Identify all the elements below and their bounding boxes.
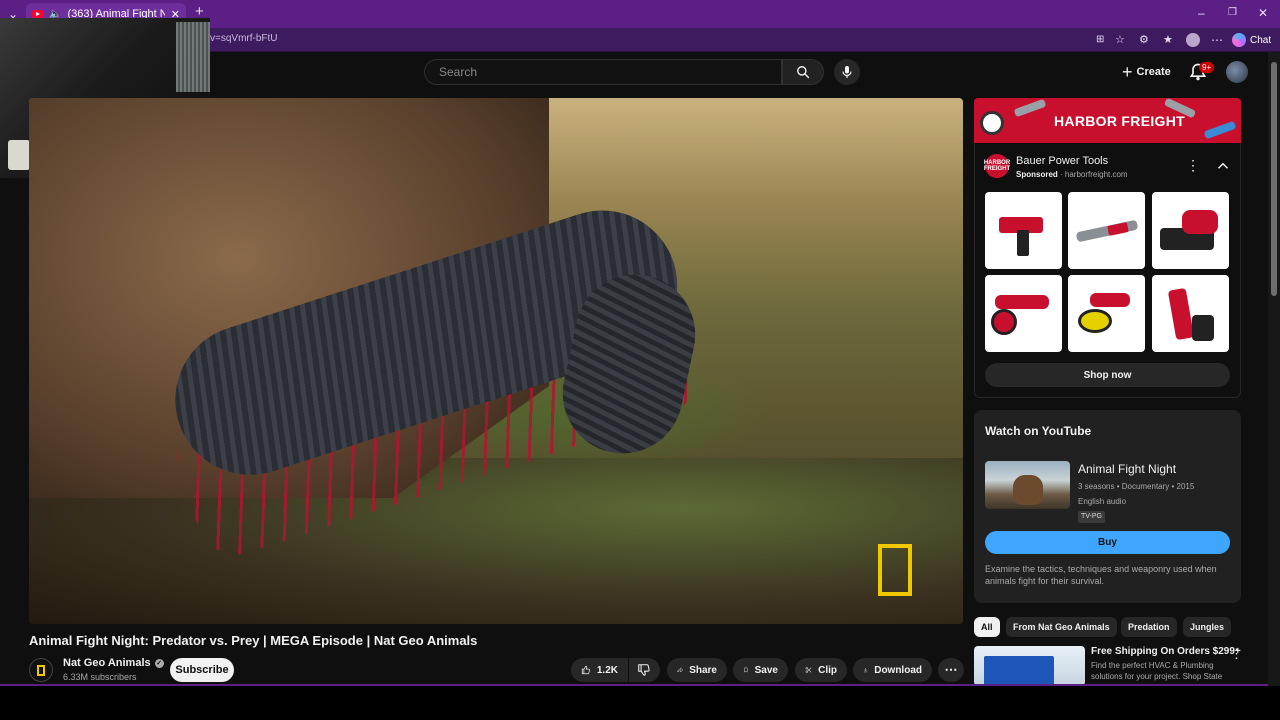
- download-icon: [863, 668, 868, 673]
- chip-jungles[interactable]: Jungles: [1183, 617, 1232, 637]
- extensions-icon[interactable]: ⚙: [1139, 33, 1149, 47]
- more-horizontal-icon: ⋯: [944, 662, 958, 677]
- ad-banner-brand: HARBOR FREIGHT: [1054, 113, 1185, 129]
- wrench-icon: [1013, 98, 1047, 118]
- create-label: Create: [1136, 66, 1171, 78]
- bottom-strip: [0, 686, 1280, 720]
- webcam-window-blinds: [176, 22, 210, 92]
- product-cordless-screwdriver[interactable]: [1152, 275, 1229, 352]
- video-title: Animal Fight Night: Predator vs. Prey | …: [29, 633, 478, 648]
- subscriber-count: 6.33M subscribers: [63, 672, 137, 682]
- save-button[interactable]: Save: [733, 658, 788, 682]
- search-button[interactable]: [782, 59, 824, 85]
- chip-from-nat-geo-animals[interactable]: From Nat Geo Animals: [1006, 617, 1117, 637]
- natgeo-watermark-icon: [878, 544, 912, 596]
- show-audio: English audio: [1078, 497, 1127, 506]
- clip-button[interactable]: Clip: [795, 658, 847, 682]
- show-title[interactable]: Animal Fight Night: [1078, 462, 1176, 476]
- microphone-icon: [842, 66, 852, 78]
- video-player[interactable]: [29, 98, 963, 624]
- like-count: 1.2K: [596, 664, 618, 676]
- product-buffer[interactable]: [1068, 275, 1145, 352]
- ad-more-options-icon[interactable]: ⋮: [1186, 157, 1200, 175]
- thumbs-up-icon: [581, 665, 590, 675]
- chip-all[interactable]: All: [974, 617, 1000, 637]
- promo-title[interactable]: Free Shipping On Orders $299+: [1091, 646, 1241, 657]
- search-input[interactable]: Search: [424, 59, 782, 85]
- show-thumbnail[interactable]: [985, 461, 1070, 509]
- promo-thumbnail[interactable]: [974, 646, 1085, 686]
- dislike-button[interactable]: [629, 658, 660, 682]
- chat-label: Chat: [1250, 34, 1272, 46]
- save-playlist-icon: [744, 667, 748, 673]
- notification-badge: 9+: [1199, 62, 1215, 73]
- channel-avatar[interactable]: [29, 658, 53, 682]
- url-field[interactable]: v=sqVmrf-bFtU: [210, 33, 278, 44]
- download-label: Download: [874, 664, 922, 676]
- profile-icon[interactable]: [1186, 33, 1200, 47]
- download-button[interactable]: Download: [853, 658, 932, 682]
- advertiser-logo-text: HARBOR FREIGHT: [983, 160, 1011, 172]
- ad-banner[interactable]: HARBOR FREIGHT: [974, 98, 1241, 143]
- create-button[interactable]: + Create: [1118, 61, 1175, 83]
- channel-name[interactable]: Nat Geo Animals ✓: [63, 657, 164, 669]
- advertiser-name[interactable]: Bauer Power Tools: [1016, 155, 1108, 167]
- show-description: Examine the tactics, techniques and weap…: [985, 564, 1217, 586]
- natgeo-logo-icon: [37, 664, 45, 676]
- shop-now-button[interactable]: Shop now: [985, 363, 1230, 387]
- youtube-favicon-icon: [32, 10, 43, 18]
- share-icon: [677, 667, 684, 673]
- voice-search-button[interactable]: [834, 59, 860, 85]
- drill-icon: [1203, 120, 1237, 140]
- restore-icon[interactable]: ❐: [1228, 6, 1237, 20]
- product-hammer-drill[interactable]: [985, 192, 1062, 269]
- verified-icon: ✓: [154, 658, 164, 668]
- channel-name-text: Nat Geo Animals: [63, 657, 151, 669]
- promo-more-options-icon[interactable]: ⋮: [1230, 646, 1243, 662]
- clip-label: Clip: [818, 664, 837, 676]
- saw-blade-icon: [980, 111, 1004, 135]
- share-label: Share: [689, 664, 717, 676]
- rating-badge: TV-PG: [1078, 511, 1106, 523]
- thumbnail-bear: [1013, 475, 1043, 505]
- more-menu-icon[interactable]: ⋯: [1211, 33, 1223, 47]
- scissors-icon: [805, 667, 812, 673]
- product-polisher[interactable]: [985, 275, 1062, 352]
- like-button[interactable]: 1.2K: [571, 658, 628, 682]
- sponsored-label: Sponsored: [1016, 170, 1058, 179]
- scrollbar-thumb[interactable]: [1271, 62, 1277, 296]
- more-actions-button[interactable]: ⋯: [938, 658, 964, 682]
- promo-product-image: [984, 656, 1054, 686]
- webcam-cup: [8, 140, 30, 170]
- favorite-star-icon[interactable]: ☆: [1115, 33, 1125, 47]
- copilot-icon: [1232, 33, 1246, 47]
- search-icon: [797, 66, 810, 79]
- product-reciprocating-saw[interactable]: [1068, 192, 1145, 269]
- advertiser-logo[interactable]: HARBOR FREIGHT: [983, 154, 1011, 178]
- search-placeholder: Search: [439, 65, 478, 79]
- plus-icon: +: [1122, 62, 1133, 82]
- save-label: Save: [754, 664, 778, 676]
- new-tab-icon[interactable]: +: [195, 4, 204, 19]
- show-meta: 3 seasons • Documentary • 2015: [1078, 482, 1195, 491]
- chip-predation[interactable]: Predation: [1121, 617, 1177, 637]
- share-button[interactable]: Share: [667, 658, 727, 682]
- close-window-icon[interactable]: ✕: [1258, 6, 1268, 20]
- chevron-up-icon[interactable]: [1214, 157, 1232, 175]
- promo-description: Find the perfect HVAC & Plumbing solutio…: [1091, 661, 1223, 681]
- product-orbital-sander[interactable]: [1152, 192, 1229, 269]
- buy-button[interactable]: Buy: [985, 531, 1230, 554]
- watch-on-youtube-heading: Watch on YouTube: [985, 424, 1092, 438]
- page-scrollbar[interactable]: [1268, 52, 1280, 688]
- app-available-icon[interactable]: ⊞: [1096, 33, 1104, 47]
- ad-card: [974, 143, 1241, 398]
- ad-sponsored-line: Sponsored · harborfreight.com: [1016, 170, 1128, 179]
- minimize-icon[interactable]: –: [1198, 6, 1205, 20]
- ad-domain: harborfreight.com: [1064, 170, 1128, 179]
- favorites-icon[interactable]: ★: [1163, 33, 1173, 47]
- subscribe-button[interactable]: Subscribe: [170, 658, 234, 682]
- copilot-chat-button[interactable]: Chat: [1232, 31, 1271, 49]
- account-avatar[interactable]: [1226, 61, 1248, 83]
- thumbs-down-icon: [638, 664, 650, 676]
